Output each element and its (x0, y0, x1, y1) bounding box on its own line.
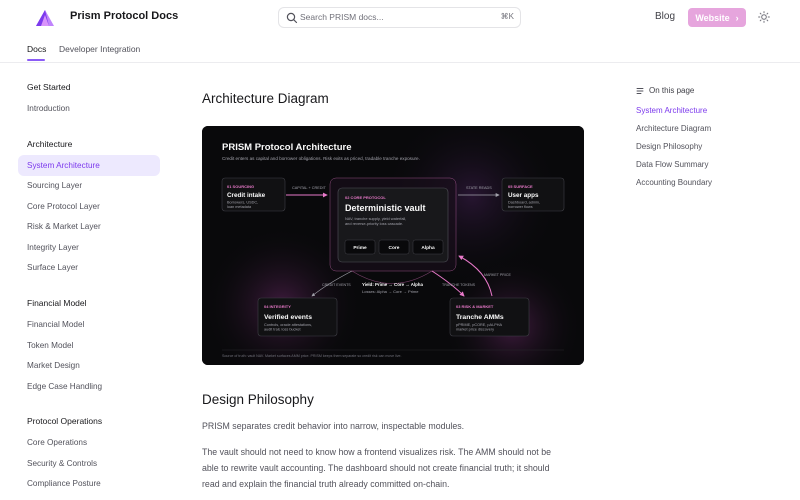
website-button[interactable]: Website › (688, 8, 746, 27)
market-tag: 03 RISK & MARKET (456, 304, 494, 309)
sourcing-title: Credit intake (227, 192, 266, 199)
paragraph-intro: PRISM separates credit behavior into nar… (202, 421, 465, 431)
core-desc-2: and reverse-priority loss cascade. (345, 221, 403, 226)
sidebar-item-surface-layer[interactable]: Surface Layer (27, 263, 78, 272)
sidebar-item-financial-model[interactable]: Financial Model (27, 320, 84, 329)
diagram-title: PRISM Protocol Architecture (222, 142, 352, 153)
integrity-tag: 04 INTEGRITY (264, 304, 291, 309)
sidebar-item-core-protocol-layer[interactable]: Core Protocol Layer (27, 202, 100, 211)
architecture-diagram: PRISM Protocol Architecture Credit enter… (202, 126, 584, 365)
edge-state-label: STATE READS (466, 186, 492, 190)
search-placeholder: Search PRISM docs... (300, 12, 384, 22)
toc-item-architecture-diagram[interactable]: Architecture Diagram (636, 124, 711, 133)
prism-logo-icon[interactable] (36, 10, 54, 26)
sidebar-item-risk-market-layer[interactable]: Risk & Market Layer (27, 222, 101, 231)
core-title: Deterministic vault (345, 203, 426, 213)
market-title: Tranche AMMs (456, 314, 504, 321)
toc-item-design-philosophy[interactable]: Design Philosophy (636, 142, 702, 151)
toc-heading-label: On this page (649, 86, 695, 95)
loss-line: Losses: Alpha → Core → Prime (362, 289, 419, 294)
search-input[interactable]: Search PRISM docs... ⌘K (278, 7, 521, 28)
surface-title: User apps (508, 192, 539, 199)
tab-developer-integration[interactable]: Developer Integration (59, 44, 140, 54)
chip-core-label: Core (389, 245, 400, 251)
surface-desc-1: Dashboard, admin, (508, 201, 540, 205)
search-icon (286, 12, 298, 24)
sun-icon[interactable] (758, 11, 770, 23)
sidebar-heading-get-started: Get Started (27, 82, 71, 92)
sourcing-desc-1: Borrowers, USDC, (227, 201, 258, 205)
website-button-label: Website (695, 12, 730, 23)
core-tag: 02 CORE PROTOCOL (345, 195, 386, 200)
toc-item-data-flow-summary[interactable]: Data Flow Summary (636, 160, 708, 169)
sidebar-item-security-controls[interactable]: Security & Controls (27, 459, 97, 468)
integrity-title: Verified events (264, 314, 312, 321)
diagram-footer: Source of truth: vault NAV. Market surfa… (222, 354, 402, 358)
toc-item-accounting-boundary[interactable]: Accounting Boundary (636, 178, 712, 187)
toc-item-system-architecture[interactable]: System Architecture (636, 106, 707, 115)
surface-desc-2: borrower flows (508, 205, 533, 209)
page-title: Architecture Diagram (202, 91, 329, 106)
market-desc-1: pPRIME, pCORE, pALPHA (456, 323, 502, 327)
sidebar-item-introduction[interactable]: Introduction (27, 104, 70, 113)
sidebar-heading-protocol-operations: Protocol Operations (27, 416, 103, 426)
sidebar-item-edge-case-handling[interactable]: Edge Case Handling (27, 382, 102, 391)
edge-capital-label: CAPITAL + CREDIT (292, 186, 327, 190)
architecture-diagram-svg: PRISM Protocol Architecture Credit enter… (202, 126, 584, 365)
yield-line: Yield: Prime → Core → Alpha (362, 282, 423, 287)
sourcing-tag: 01 SOURCING (227, 184, 254, 189)
sidebar-item-sourcing-layer[interactable]: Sourcing Layer (27, 181, 82, 190)
integrity-desc-1: Controls, oracle attestations, (264, 323, 312, 327)
sidebar-item-integrity-layer[interactable]: Integrity Layer (27, 243, 79, 252)
edge-tranche-tokens-label: TRANCHE TOKENS (442, 283, 476, 287)
section-title-design-philosophy: Design Philosophy (202, 392, 314, 407)
surface-tag: 05 SURFACE (508, 184, 533, 189)
blog-link[interactable]: Blog (655, 11, 675, 22)
active-tab-indicator (27, 59, 45, 61)
edge-credit-events-label: CREDIT EVENTS (322, 283, 351, 287)
list-icon (636, 87, 644, 94)
sidebar-item-system-architecture[interactable]: System Architecture (27, 161, 100, 170)
diagram-subtitle: Credit enters as capital and borrower ob… (222, 156, 420, 161)
sidebar-item-market-design[interactable]: Market Design (27, 361, 80, 370)
integrity-desc-2: audit trail, loss bucket (264, 328, 301, 332)
sourcing-desc-2: loan metadata (227, 205, 252, 209)
search-shortcut: ⌘K (500, 12, 514, 21)
chip-prime-label: Prime (353, 245, 367, 251)
tab-docs[interactable]: Docs (27, 44, 46, 54)
market-desc-2: market price discovery (456, 328, 494, 332)
paragraph-body-line-3: read and explain the financial truth alr… (202, 479, 450, 489)
paragraph-body-line-2: able to rewrite vault accounting. The da… (202, 463, 550, 473)
chip-alpha-label: Alpha (421, 245, 435, 251)
paragraph-body-line-1: The vault should not need to know how a … (202, 447, 551, 457)
header-divider (0, 62, 800, 63)
edge-market-price-label: MARKET PRICE (484, 273, 511, 277)
sidebar-item-token-model[interactable]: Token Model (27, 341, 73, 350)
sidebar-heading-architecture: Architecture (27, 139, 73, 149)
brand-title[interactable]: Prism Protocol Docs (70, 10, 178, 22)
sidebar-heading-financial-model: Financial Model (27, 298, 87, 308)
chevron-right-icon: › (735, 12, 739, 23)
sidebar-item-compliance-posture[interactable]: Compliance Posture (27, 479, 101, 488)
sidebar-item-core-operations[interactable]: Core Operations (27, 438, 87, 447)
toc-heading: On this page (636, 86, 694, 95)
